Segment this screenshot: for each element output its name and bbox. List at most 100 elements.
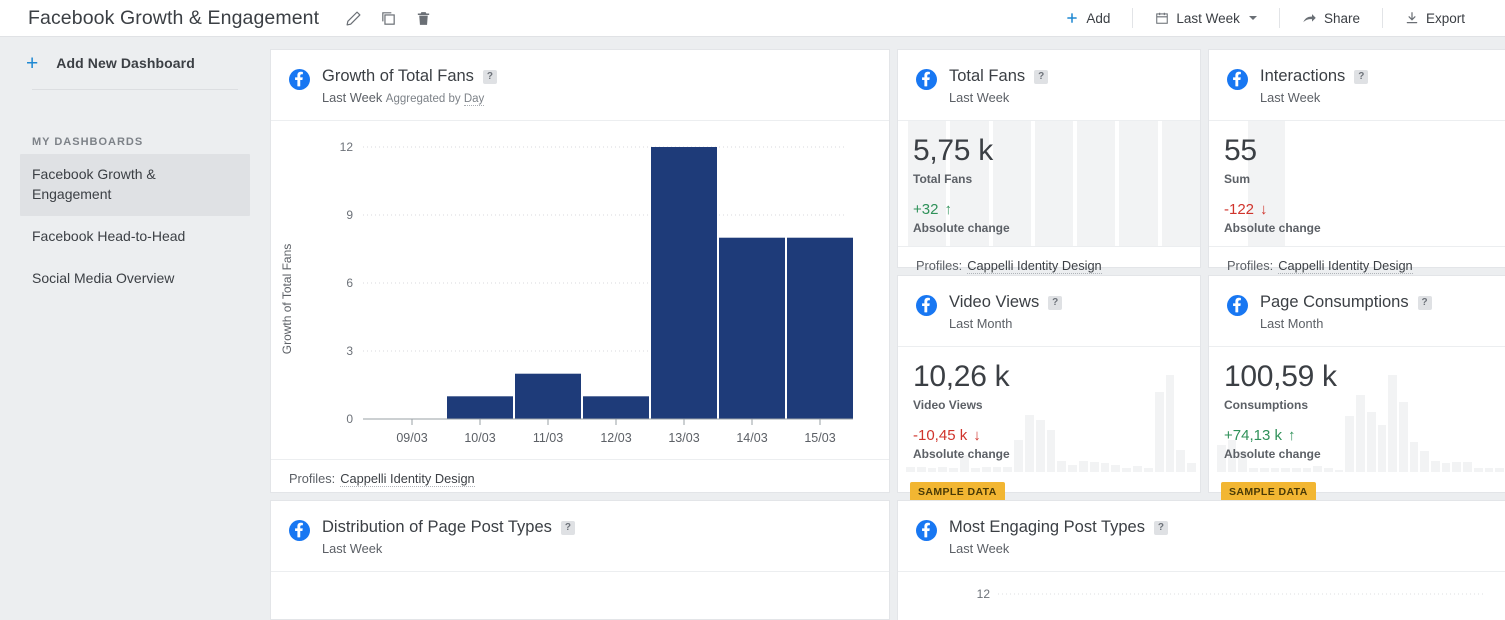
- kpi-value: 55: [1224, 134, 1257, 167]
- profiles-value[interactable]: Cappelli Identity Design: [1278, 258, 1413, 274]
- card-title: Interactions: [1260, 67, 1346, 85]
- profiles-value[interactable]: Cappelli Identity Design: [967, 258, 1102, 274]
- card-period: Last Week: [1260, 90, 1321, 105]
- help-icon[interactable]: ?: [482, 69, 497, 84]
- profiles-label: Profiles:: [916, 258, 963, 273]
- sidebar-item-social-media-overview[interactable]: Social Media Overview: [20, 258, 250, 300]
- sidebar-item-label: Facebook Growth & Engagement: [32, 166, 156, 202]
- card-header: Video Views ? Last Month: [898, 276, 1200, 347]
- dashboard-grid: Growth of Total Fans ? Last Week Aggrega…: [270, 37, 1505, 620]
- y-tick: 12: [340, 140, 354, 154]
- bar: [651, 147, 717, 419]
- sidebar-item-facebook-head-to-head[interactable]: Facebook Head-to-Head: [20, 216, 250, 258]
- x-axis-labels: 09/03 10/03 11/03 12/03 13/03 14/03 15/0…: [396, 431, 835, 445]
- card-title-block: Interactions ? Last Week: [1260, 67, 1369, 105]
- export-button[interactable]: Export: [1383, 0, 1487, 36]
- dashboard-column-left: Growth of Total Fans ? Last Week Aggrega…: [270, 49, 890, 620]
- delete-icon[interactable]: [415, 10, 432, 27]
- chart-area-distribution: [271, 572, 889, 619]
- help-icon[interactable]: ?: [1354, 69, 1369, 84]
- card-subtitle: Last Week: [322, 541, 575, 556]
- kpi-body: 100,59 k Consumptions +74,13 k ↑ Absolut…: [1209, 347, 1505, 472]
- kpi-row-2: Video Views ? Last Month 10,26 k Video V…: [897, 275, 1505, 502]
- card-title-block: Growth of Total Fans ? Last Week Aggrega…: [322, 67, 497, 106]
- kpi-value-label: Sum: [1224, 171, 1251, 186]
- card-title-row: Distribution of Page Post Types ?: [322, 518, 575, 537]
- card-title-block: Page Consumptions ? Last Month: [1260, 293, 1432, 331]
- duplicate-icon[interactable]: [380, 10, 397, 27]
- title-action-group: [345, 10, 432, 27]
- facebook-icon: [916, 295, 937, 316]
- card-title-block: Distribution of Page Post Types ? Last W…: [322, 518, 575, 556]
- chevron-down-icon: [1248, 16, 1257, 20]
- kpi-change-value: -10,45 k: [913, 426, 968, 444]
- sidebar: + Add New Dashboard MY DASHBOARDS Facebo…: [0, 37, 270, 620]
- arrow-up-icon: ↑: [944, 200, 952, 218]
- app-body: + Add New Dashboard MY DASHBOARDS Facebo…: [0, 37, 1505, 620]
- share-icon: [1302, 11, 1317, 26]
- arrow-up-icon: ↑: [1287, 426, 1296, 444]
- kpi-text: 100,59 k Consumptions +74,13 k ↑ Absolut…: [1209, 347, 1505, 461]
- kpi-change: -122 ↓: [1224, 201, 1505, 218]
- facebook-icon: [916, 520, 937, 541]
- plus-icon: [1065, 11, 1079, 25]
- download-icon: [1405, 11, 1419, 25]
- card-title: Total Fans: [949, 67, 1026, 85]
- export-button-label: Export: [1425, 10, 1465, 26]
- help-icon[interactable]: ?: [1417, 295, 1432, 310]
- kpi-value: 100,59 k: [1224, 360, 1337, 393]
- add-new-dashboard-button[interactable]: + Add New Dashboard: [20, 37, 250, 89]
- kpi-body: 10,26 k Video Views -10,45 k ↓ Absolute …: [898, 347, 1200, 472]
- bar: [719, 237, 785, 419]
- x-tick: 15/03: [804, 431, 835, 445]
- date-range-label: Last Week: [1176, 10, 1240, 26]
- card-title-block: Total Fans ? Last Week: [949, 67, 1049, 105]
- toolbar-actions: Add Last Week Share Export: [1043, 0, 1487, 36]
- x-tick: 10/03: [464, 431, 495, 445]
- profiles-value[interactable]: Cappelli Identity Design: [340, 471, 475, 487]
- sidebar-item-facebook-growth-engagement[interactable]: Facebook Growth & Engagement: [20, 154, 250, 216]
- kpi-row-1: Total Fans ? Last Week 5,75 k Total Fans…: [897, 49, 1505, 274]
- add-button-label: Add: [1086, 10, 1111, 26]
- help-icon[interactable]: ?: [560, 520, 575, 535]
- aggregation-prefix: Aggregated by: [385, 93, 461, 105]
- add-button[interactable]: Add: [1043, 0, 1132, 36]
- sidebar-item-label: Facebook Head-to-Head: [32, 227, 186, 244]
- edit-icon[interactable]: [345, 10, 362, 27]
- facebook-icon: [1227, 69, 1248, 90]
- sidebar-section-label: MY DASHBOARDS: [32, 136, 144, 148]
- kpi-change: +32 ↑: [913, 201, 1200, 218]
- card-subtitle: Last Week Aggregated by Day: [322, 90, 497, 106]
- x-tick: 09/03: [396, 431, 427, 445]
- kpi-value-label: Consumptions: [1224, 397, 1308, 412]
- x-tick: 11/03: [533, 431, 563, 445]
- kpi-change-label: Absolute change: [913, 220, 1010, 235]
- dashboard-column-right: Total Fans ? Last Week 5,75 k Total Fans…: [897, 49, 1505, 620]
- x-tick: 13/03: [668, 431, 699, 445]
- facebook-icon: [289, 69, 310, 90]
- facebook-icon: [1227, 295, 1248, 316]
- chart-svg: Growth of Total Fans 12 9 6 3 0 09/03 10…: [280, 140, 853, 445]
- status-badge-sample-data: SAMPLE DATA: [1221, 482, 1316, 502]
- card-title: Distribution of Page Post Types: [322, 518, 552, 536]
- kpi-text: 55 Sum -122 ↓ Absolute change: [1209, 121, 1505, 235]
- kpi-change-label: Absolute change: [1224, 220, 1321, 235]
- card-header: Total Fans ? Last Week: [898, 50, 1200, 121]
- card-period: Last Month: [949, 316, 1013, 331]
- card-title-row: Interactions ?: [1260, 67, 1369, 86]
- bar: [583, 396, 649, 419]
- card-title-row: Video Views ?: [949, 293, 1063, 312]
- profiles-label: Profiles:: [289, 471, 336, 486]
- kpi-change-value: -122: [1224, 200, 1255, 218]
- aggregation-value[interactable]: Day: [463, 93, 485, 106]
- help-icon[interactable]: ?: [1048, 295, 1063, 310]
- date-range-button[interactable]: Last Week: [1133, 0, 1279, 36]
- help-icon[interactable]: ?: [1034, 69, 1049, 84]
- y-axis-title: Growth of Total Fans: [280, 244, 294, 355]
- card-title-row: Total Fans ?: [949, 67, 1049, 86]
- card-interactions: Interactions ? Last Week 55 Sum -122 ↓ A…: [1208, 49, 1505, 274]
- card-title-row: Page Consumptions ?: [1260, 293, 1432, 312]
- profiles-label: Profiles:: [1227, 258, 1274, 273]
- share-button[interactable]: Share: [1280, 0, 1382, 36]
- help-icon[interactable]: ?: [1153, 520, 1168, 535]
